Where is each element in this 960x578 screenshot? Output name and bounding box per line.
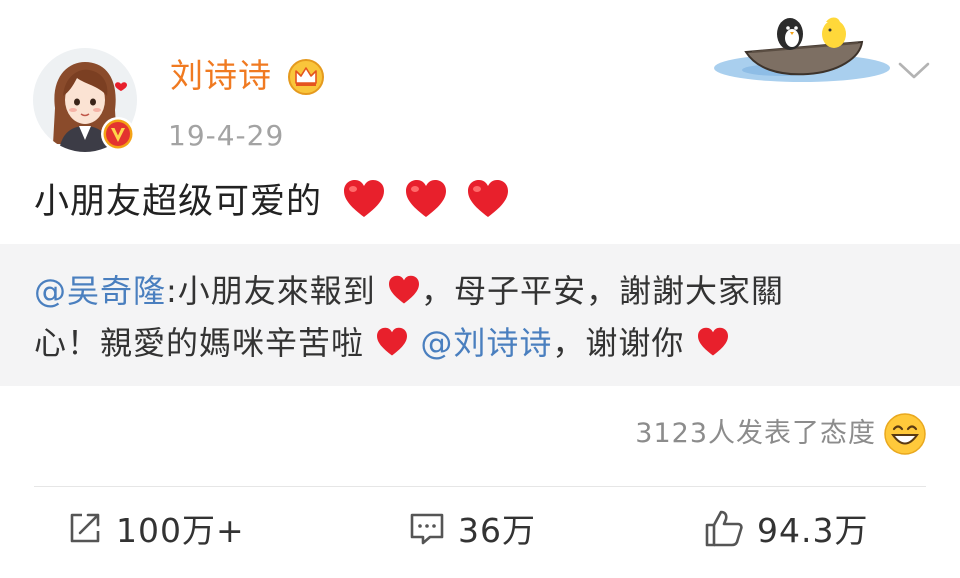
heart-emoji-icon [406, 180, 447, 217]
repost-button[interactable]: 100万+ [66, 500, 245, 556]
like-button[interactable]: 94.3万 [703, 500, 868, 556]
heart-emoji-icon [344, 180, 385, 217]
mention-link[interactable]: @刘诗诗 [420, 324, 552, 362]
repost-line-1: @吴奇隆:小朋友來報到 ，母子平安，謝謝大家關 [34, 268, 784, 314]
divider [34, 486, 926, 487]
avatar[interactable] [33, 48, 137, 152]
repost-text: 心！親愛的媽咪辛苦啦 [34, 324, 365, 362]
post-timestamp: 19-4-29 [168, 119, 285, 152]
mention-link[interactable]: @吴奇隆 [34, 272, 166, 310]
heart-emoji-icon [697, 327, 728, 356]
post-text: 小朋友超级可爱的 [34, 182, 323, 222]
chevron-down-icon[interactable] [897, 60, 931, 82]
like-count: 94.3万 [757, 511, 869, 550]
comment-button[interactable]: 36万 [408, 500, 536, 556]
heart-emoji-icon [377, 327, 408, 356]
post-content: 小朋友超级可爱的 [34, 178, 510, 226]
laughing-emoji-icon[interactable] [883, 412, 927, 456]
repost-text: ，母子平安，謝謝大家關 [420, 272, 784, 310]
repost-text: :小朋友來報到 [166, 272, 376, 310]
crown-icon[interactable] [287, 58, 325, 96]
boat-decoration-icon [714, 17, 890, 82]
repost-line-2: 心！親愛的媽咪辛苦啦 @刘诗诗，谢谢你 [34, 320, 730, 366]
repost-text: ，谢谢你 [552, 324, 685, 362]
reactions-summary[interactable]: 3123人发表了态度 [635, 414, 876, 454]
heart-emoji-icon [388, 275, 419, 304]
thumbs-up-icon [705, 510, 743, 547]
reposted-content[interactable]: @吴奇隆:小朋友來報到 ，母子平安，謝謝大家關 心！親愛的媽咪辛苦啦 @刘诗诗，… [0, 244, 960, 386]
share-icon [70, 513, 100, 543]
comment-icon [410, 513, 444, 545]
weibo-post-card: 刘诗诗 19-4-29 小朋友超级可爱的 @吴奇隆:小朋友來報到 ，母子平安，謝… [0, 0, 960, 578]
author-name[interactable]: 刘诗诗 [170, 54, 272, 98]
comment-count: 36万 [458, 511, 536, 550]
v-verified-icon [101, 117, 135, 151]
repost-count: 100万+ [116, 511, 245, 550]
heart-emoji-icon [468, 180, 509, 217]
